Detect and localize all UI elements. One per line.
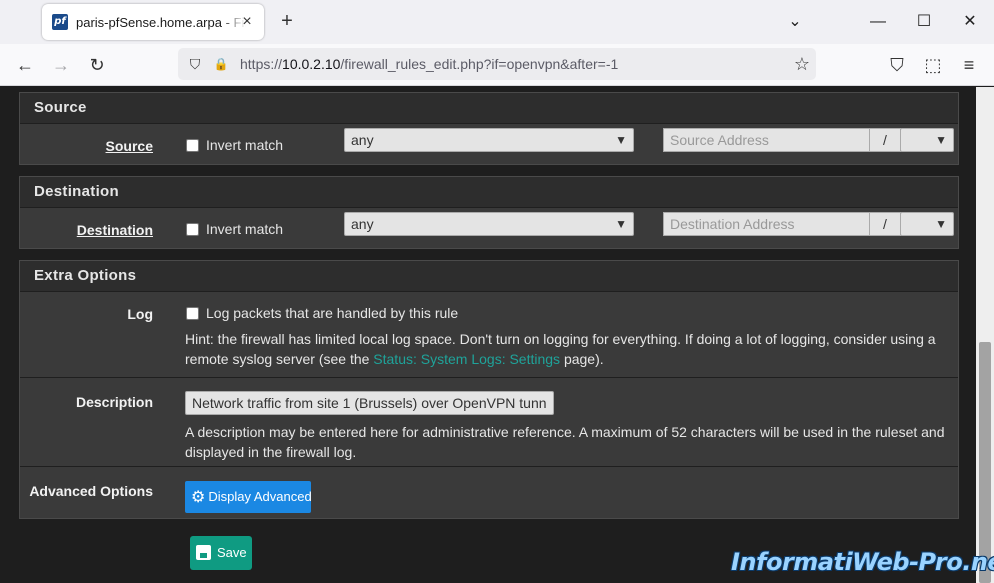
advanced-options-row: Advanced Options ⚙ Display Advanced (20, 466, 958, 518)
bookmark-star-icon[interactable]: ☆ (794, 53, 810, 75)
advanced-options-label: Advanced Options (29, 483, 153, 499)
source-label[interactable]: Source (106, 138, 153, 154)
page-content: Source Source Invert match any ▼ Source A… (0, 87, 976, 583)
destination-type-value: any (351, 216, 374, 232)
browser-tab[interactable]: pf paris-pfSense.home.arpa - Firewall × (42, 4, 264, 40)
scrollbar-thumb[interactable] (979, 342, 991, 583)
shield-icon[interactable]: ⛉ (186, 55, 204, 73)
url-path: /firewall_rules_edit.php?if=openvpn&afte… (340, 56, 619, 72)
description-row: Description Network traffic from site 1 … (20, 377, 958, 466)
source-panel: Source Source Invert match any ▼ Source A… (19, 92, 959, 165)
save-label: Save (217, 545, 247, 560)
destination-heading: Destination (20, 177, 958, 207)
source-type-select[interactable]: any ▼ (344, 128, 634, 152)
maximize-icon[interactable]: ☐ (912, 10, 936, 34)
new-tab-icon[interactable]: + (276, 10, 298, 32)
source-invert-checkbox[interactable] (186, 139, 199, 152)
source-slash: / (869, 128, 901, 152)
extra-options-panel: Extra Options Log Log packets that are h… (19, 260, 959, 519)
source-heading: Source (20, 93, 958, 123)
extra-options-heading: Extra Options (20, 261, 958, 291)
log-row: Log Log packets that are handled by this… (20, 291, 958, 377)
destination-address-input[interactable]: Destination Address (663, 212, 870, 236)
destination-mask-select[interactable]: ▼ (900, 212, 954, 236)
browser-tab-bar: pf paris-pfSense.home.arpa - Firewall × … (0, 0, 994, 44)
display-advanced-label: Display Advanced (208, 489, 312, 504)
source-mask-select[interactable]: ▼ (900, 128, 954, 152)
source-address-input[interactable]: Source Address (663, 128, 870, 152)
url-bar[interactable]: ⛉ 🔒 https://10.0.2.10/firewall_rules_edi… (178, 48, 816, 80)
description-label: Description (75, 394, 153, 410)
log-hint: Hint: the firewall has limited local log… (185, 329, 955, 369)
menu-icon[interactable]: ≡ (956, 52, 982, 78)
url-prefix: https:// (240, 56, 283, 72)
description-input[interactable]: Network traffic from site 1 (Brussels) o… (185, 391, 554, 415)
log-hint-end: page). (560, 351, 604, 367)
browser-nav-bar: ← → ↻ ⛉ 🔒 https://10.0.2.10/firewall_rul… (0, 44, 994, 86)
log-label: Log (127, 306, 153, 322)
back-icon[interactable]: ← (12, 52, 38, 78)
tab-title: paris-pfSense.home.arpa - Firewall (76, 14, 246, 30)
system-logs-settings-link[interactable]: Status: System Logs: Settings (373, 351, 560, 367)
window-close-icon[interactable]: ✕ (958, 10, 982, 34)
list-all-tabs-icon[interactable]: ⌄ (783, 10, 807, 34)
source-invert-label[interactable]: Invert match (206, 137, 283, 153)
minimize-icon[interactable]: — (866, 10, 890, 34)
chevron-down-icon: ▼ (615, 133, 627, 147)
pfsense-favicon-icon: pf (52, 14, 68, 30)
gear-icon: ⚙ (191, 489, 206, 506)
chevron-down-icon: ▼ (935, 217, 947, 231)
destination-panel: Destination Destination Invert match any… (19, 176, 959, 249)
destination-slash: / (869, 212, 901, 236)
tab-close-icon[interactable]: × (238, 13, 256, 31)
description-hint: A description may be entered here for ad… (185, 424, 945, 460)
lock-icon[interactable]: 🔒 (212, 55, 230, 73)
destination-invert-label[interactable]: Invert match (206, 221, 283, 237)
destination-row: Destination Invert match any ▼ Destinatio… (20, 207, 958, 249)
destination-type-select[interactable]: any ▼ (344, 212, 634, 236)
destination-invert-checkbox[interactable] (186, 223, 199, 236)
url-host: 10.0.2.10 (282, 56, 341, 72)
watermark: InformatiWeb-Pro.net (731, 548, 994, 576)
forward-icon[interactable]: → (48, 52, 74, 78)
destination-label[interactable]: Destination (77, 222, 153, 238)
reload-icon[interactable]: ↻ (84, 52, 110, 78)
chevron-down-icon: ▼ (615, 217, 627, 231)
page-scrollbar[interactable] (976, 87, 994, 583)
url-text[interactable]: https://10.0.2.10/firewall_rules_edit.ph… (240, 56, 618, 72)
pocket-icon[interactable]: ⛉ (884, 52, 910, 78)
extensions-icon[interactable]: ⬚ (920, 52, 946, 78)
display-advanced-button[interactable]: ⚙ Display Advanced (185, 481, 312, 513)
floppy-disk-icon (196, 545, 211, 560)
save-button[interactable]: Save (190, 536, 252, 570)
chevron-down-icon: ▼ (935, 133, 947, 147)
source-row: Source Invert match any ▼ Source Address … (20, 123, 958, 165)
log-checkbox-label[interactable]: Log packets that are handled by this rul… (206, 305, 458, 321)
log-checkbox[interactable] (186, 307, 199, 320)
source-type-value: any (351, 132, 374, 148)
